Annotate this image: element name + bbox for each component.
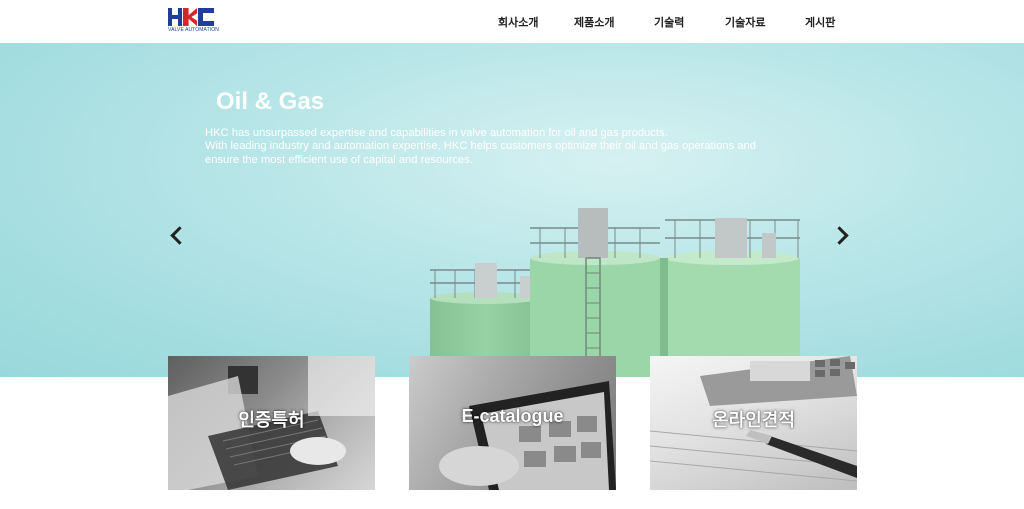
- nav-item-products[interactable]: 제품소개: [574, 14, 614, 30]
- tile-label-e-catalogue: E-catalogue: [461, 406, 564, 426]
- tile-e-catalogue[interactable]: E-catalogue: [409, 356, 616, 490]
- storage-tanks-image: [430, 208, 800, 377]
- nav-item-board[interactable]: 게시판: [805, 14, 835, 30]
- nav-item-technology[interactable]: 기술력: [654, 14, 684, 30]
- hero-line-3: ensure the most efficient use of capital…: [205, 153, 473, 166]
- hero-title: Oil & Gas: [216, 88, 325, 115]
- nav-item-company[interactable]: 회사소개: [498, 14, 538, 30]
- slider-prev-arrow-icon[interactable]: [168, 223, 186, 247]
- tile-online-quote[interactable]: 온라인견적: [650, 356, 857, 490]
- hero-line-2: With leading industry and automation exp…: [205, 140, 756, 153]
- hero-description: HKC has unsurpassed expertise and capabi…: [205, 127, 805, 167]
- main-nav: 회사소개 제품소개 기술력 기술자료 게시판: [0, 14, 1024, 30]
- hero-line-1: HKC has unsurpassed expertise and capabi…: [205, 127, 668, 139]
- tile-certification[interactable]: 인증특허: [168, 356, 375, 490]
- tile-label-online-quote: 온라인견적: [712, 410, 795, 430]
- site-header: VALVE AUTOMATION 회사소개 제품소개 기술력 기술자료 게시판: [0, 0, 1024, 43]
- nav-item-tech-docs[interactable]: 기술자료: [725, 14, 765, 30]
- hero-slider: Oil & Gas HKC has unsurpassed expertise …: [0, 43, 1024, 377]
- slider-next-arrow-icon[interactable]: [833, 223, 851, 247]
- tile-label-certification: 인증특허: [238, 410, 305, 430]
